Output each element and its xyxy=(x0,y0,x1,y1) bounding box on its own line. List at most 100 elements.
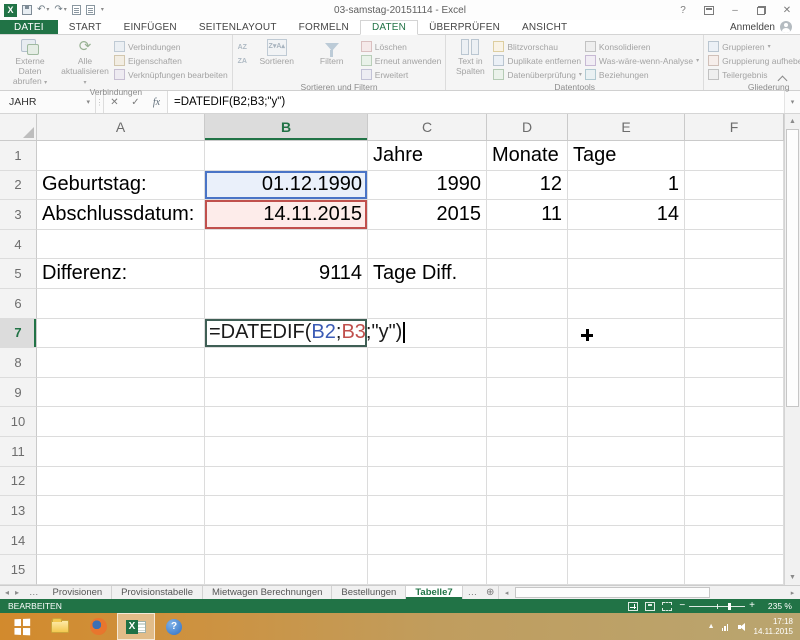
tab-einfuegen[interactable]: EINFÜGEN xyxy=(113,20,188,34)
zoom-level[interactable]: 235 % xyxy=(762,601,792,611)
cell-A4[interactable] xyxy=(37,230,205,260)
column-header-D[interactable]: D xyxy=(487,114,568,141)
tab-seitenlayout[interactable]: SEITENLAYOUT xyxy=(188,20,288,34)
scroll-left-icon[interactable]: ◂ xyxy=(499,586,514,599)
cell-B9[interactable] xyxy=(205,378,368,408)
row-header-15[interactable]: 15 xyxy=(0,555,37,585)
loeschen-button[interactable]: Löschen xyxy=(361,40,442,53)
row-header-4[interactable]: 4 xyxy=(0,230,37,260)
erweitert-button[interactable]: Erweitert xyxy=(361,68,442,81)
cell-E12[interactable] xyxy=(568,467,685,497)
cell-B11[interactable] xyxy=(205,437,368,467)
alle-aktualisieren-button[interactable]: ⟳ Alle aktualisieren ▾ xyxy=(59,37,111,86)
row-header-8[interactable]: 8 xyxy=(0,348,37,378)
sheet-tab-bestellungen[interactable]: Bestellungen xyxy=(332,586,406,599)
cell-D4[interactable] xyxy=(487,230,568,260)
cell-E15[interactable] xyxy=(568,555,685,585)
cell-D14[interactable] xyxy=(487,526,568,556)
cell-E1[interactable]: Tage xyxy=(568,141,685,171)
undo-button[interactable]: ↶▾ xyxy=(37,5,49,15)
cell-F8[interactable] xyxy=(685,348,784,378)
cell-E10[interactable] xyxy=(568,407,685,437)
cell-B13[interactable] xyxy=(205,496,368,526)
filtern-button[interactable]: Filtern xyxy=(306,37,358,67)
tab-ansicht[interactable]: ANSICHT xyxy=(511,20,578,34)
column-header-A[interactable]: A xyxy=(37,114,205,141)
cell-C8[interactable] xyxy=(368,348,487,378)
cell-E2[interactable]: 1 xyxy=(568,171,685,201)
cell-D1[interactable]: Monate xyxy=(487,141,568,171)
cell-B6[interactable] xyxy=(205,289,368,319)
cell-A9[interactable] xyxy=(37,378,205,408)
text-in-spalten-button[interactable]: Text in Spalten xyxy=(450,37,490,77)
sheet-tab-overflow-left[interactable]: … xyxy=(24,586,44,599)
cell-B3[interactable]: 14.11.2015 xyxy=(205,200,368,230)
gruppierung-aufheben-button[interactable]: Gruppierung aufheben▾ xyxy=(708,54,800,67)
vertical-scroll-track[interactable] xyxy=(785,129,800,570)
scroll-up-icon[interactable]: ▲ xyxy=(785,114,800,129)
was-waere-wenn-analyse-button[interactable]: Was-wäre-wenn-Analyse▾ xyxy=(585,54,699,67)
beziehungen-button[interactable]: Beziehungen xyxy=(585,68,699,81)
scroll-right-icon[interactable]: ▸ xyxy=(785,586,800,599)
sheet-tab-provisionstabelle[interactable]: Provisionstabelle xyxy=(112,586,203,599)
close-button[interactable]: ✕ xyxy=(774,0,800,20)
blitzvorschau-button[interactable]: Blitzvorschau xyxy=(493,40,582,53)
cell-E6[interactable] xyxy=(568,289,685,319)
customize-qat-button[interactable]: ▾ xyxy=(100,7,104,13)
row-header-5[interactable]: 5 xyxy=(0,259,37,289)
cell-E14[interactable] xyxy=(568,526,685,556)
row-header-2[interactable]: 2 xyxy=(0,171,37,201)
cell-B4[interactable] xyxy=(205,230,368,260)
cell-D10[interactable] xyxy=(487,407,568,437)
verknuepfungen-bearbeiten-button[interactable]: Verknüpfungen bearbeiten xyxy=(114,68,228,81)
page-layout-view-icon[interactable] xyxy=(645,602,655,611)
cell-C4[interactable] xyxy=(368,230,487,260)
eigenschaften-button[interactable]: Eigenschaften xyxy=(114,54,228,67)
show-hidden-icons[interactable]: ▲ xyxy=(708,623,715,630)
cell-C14[interactable] xyxy=(368,526,487,556)
tab-datei[interactable]: DATEI xyxy=(0,20,58,34)
duplikate-entfernen-button[interactable]: Duplikate entfernen xyxy=(493,54,582,67)
file-explorer-button[interactable] xyxy=(41,613,79,640)
cell-F11[interactable] xyxy=(685,437,784,467)
cell-A14[interactable] xyxy=(37,526,205,556)
datenueberpruefung-button[interactable]: Datenüberprüfung▾ xyxy=(493,68,582,81)
cell-C9[interactable] xyxy=(368,378,487,408)
cell-D8[interactable] xyxy=(487,348,568,378)
cell-F3[interactable] xyxy=(685,200,784,230)
sign-in-button[interactable]: Anmelden xyxy=(730,20,800,34)
cell-E4[interactable] xyxy=(568,230,685,260)
restore-button[interactable] xyxy=(748,0,774,20)
cell-A11[interactable] xyxy=(37,437,205,467)
ribbon-display-options-button[interactable] xyxy=(696,0,722,20)
cell-E13[interactable] xyxy=(568,496,685,526)
row-header-14[interactable]: 14 xyxy=(0,526,37,556)
cell-D9[interactable] xyxy=(487,378,568,408)
cell-D6[interactable] xyxy=(487,289,568,319)
cell-A15[interactable] xyxy=(37,555,205,585)
cell-F14[interactable] xyxy=(685,526,784,556)
tab-daten[interactable]: DATEN xyxy=(360,20,418,35)
row-header-13[interactable]: 13 xyxy=(0,496,37,526)
normal-view-icon[interactable] xyxy=(628,602,638,611)
sheet-tab-overflow-right[interactable]: … xyxy=(463,586,483,599)
tab-formeln[interactable]: FORMELN xyxy=(288,20,360,34)
help-app-button[interactable]: ? xyxy=(155,613,193,640)
cell-C12[interactable] xyxy=(368,467,487,497)
cell-F13[interactable] xyxy=(685,496,784,526)
horizontal-scroll-track[interactable] xyxy=(514,587,785,598)
cell-B8[interactable] xyxy=(205,348,368,378)
next-sheet-icon[interactable]: ▸ xyxy=(15,588,19,597)
verbindungen-button[interactable]: Verbindungen xyxy=(114,40,228,53)
cell-D13[interactable] xyxy=(487,496,568,526)
cell-A12[interactable] xyxy=(37,467,205,497)
sheet-tab-mietwagen-berechnungen[interactable]: Mietwagen Berechnungen xyxy=(203,586,332,599)
cell-B7[interactable]: =DATEDIF(B2;B3;"y") xyxy=(205,319,368,349)
start-button[interactable] xyxy=(3,613,41,640)
sheet-tab-tabelle7[interactable]: Tabelle7 xyxy=(406,586,462,599)
cell-D5[interactable] xyxy=(487,259,568,289)
network-icon[interactable] xyxy=(722,623,731,631)
cell-B5[interactable]: 9114 xyxy=(205,259,368,289)
speaker-icon[interactable] xyxy=(738,623,747,631)
cell-E5[interactable] xyxy=(568,259,685,289)
